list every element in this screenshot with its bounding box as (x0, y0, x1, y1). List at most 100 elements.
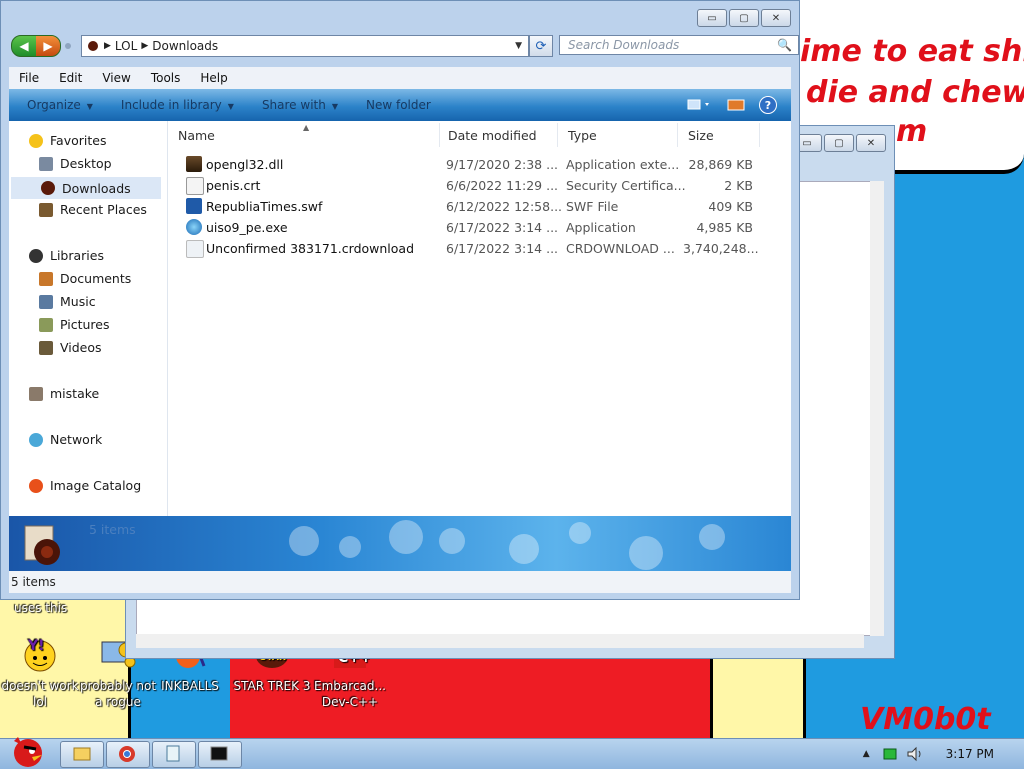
search-icon[interactable]: 🔍 (777, 38, 792, 52)
file-type: SWF File (566, 199, 619, 214)
file-size: 4,985 KB (696, 220, 753, 235)
taskbar-clock[interactable]: 3:17 PM (946, 747, 994, 761)
taskbar-chrome-button[interactable] (106, 741, 150, 768)
status-item-count: 5 items (11, 575, 56, 589)
close-button[interactable]: ✕ (761, 9, 791, 27)
menu-tools[interactable]: Tools (141, 71, 191, 85)
sidebar-item-pictures[interactable]: Pictures (39, 317, 110, 332)
search-placeholder: Search Downloads (568, 38, 680, 52)
file-size: 3,740,248... (683, 241, 759, 256)
background-close-button[interactable]: ✕ (856, 134, 886, 152)
libraries-icon (29, 248, 43, 263)
minimize-button[interactable]: ▭ (697, 9, 727, 27)
sidebar-item-network[interactable]: Network (29, 432, 102, 447)
sidebar-item-label: mistake (50, 386, 100, 401)
desktop-icon-yahoo[interactable]: Y! doesn't work lol (0, 636, 80, 710)
file-date: 6/17/2022 3:14 ... (446, 220, 559, 235)
details-bubble-decoration (569, 522, 591, 544)
refresh-button[interactable]: ⟳ (529, 35, 553, 57)
back-forward-buttons: ◀ ▶ (11, 35, 61, 57)
exe-file-icon (186, 219, 202, 235)
action-center-icon[interactable] (882, 746, 898, 762)
sidebar-item-videos[interactable]: Videos (39, 340, 102, 355)
menu-edit[interactable]: Edit (49, 71, 92, 85)
column-header-label: Type (568, 127, 597, 143)
breadcrumb-lol[interactable]: LOL (115, 39, 137, 53)
taskbar-cmd-button[interactable] (198, 741, 242, 768)
sidebar-item-image-catalog[interactable]: Image Catalog (29, 478, 141, 493)
table-row[interactable]: opengl32.dll 9/17/2020 2:38 ... Applicat… (168, 154, 791, 175)
image-catalog-icon (29, 478, 43, 493)
column-header-date[interactable]: Date modified (438, 123, 558, 147)
menu-view[interactable]: View (92, 71, 140, 85)
table-row[interactable]: RepubliaTimes.swf 6/12/2022 12:58... SWF… (168, 196, 791, 217)
sidebar-item-label: Documents (60, 271, 132, 286)
table-row[interactable]: penis.crt 6/6/2022 11:29 ... Security Ce… (168, 175, 791, 196)
sidebar-item-desktop[interactable]: Desktop (39, 156, 112, 171)
file-size: 2 KB (724, 178, 753, 193)
address-dropdown-icon[interactable]: ▼ (515, 41, 522, 51)
column-header-name[interactable]: Name ▲ (168, 123, 440, 147)
include-library-button[interactable]: Include in library ▼ (121, 98, 234, 112)
background-horizontal-scrollbar[interactable] (136, 634, 864, 648)
column-header-label: Name (178, 127, 215, 143)
videos-icon (39, 340, 53, 355)
change-view-icon[interactable] (687, 98, 713, 112)
details-bubble-decoration (339, 536, 361, 558)
downloads-folder-icon (41, 181, 55, 195)
sidebar-item-mistake[interactable]: mistake (29, 386, 99, 401)
taskbar-notepad-button[interactable] (152, 741, 196, 768)
sidebar-item-recent-places[interactable]: Recent Places (39, 202, 147, 217)
explorer-window[interactable]: ▭ ▢ ✕ ◀ ▶ ▶ LOL ▶ Downloads ▼ ⟳ Search D… (0, 0, 800, 600)
sidebar-item-downloads[interactable]: Downloads (11, 177, 161, 199)
window-controls: ▭ ▢ ✕ (697, 9, 791, 27)
sidebar-item-label: Libraries (50, 248, 104, 263)
back-button[interactable]: ◀ (12, 36, 36, 56)
breadcrumb-arrow-icon: ▶ (141, 41, 149, 51)
details-bubble-decoration (509, 534, 539, 564)
file-size: 409 KB (708, 199, 753, 214)
taskbar-explorer-button[interactable] (60, 741, 104, 768)
column-header-label: Size (688, 127, 714, 143)
column-header-type[interactable]: Type (558, 123, 678, 147)
help-icon[interactable]: ? (759, 96, 777, 114)
file-type: Security Certifica... (566, 178, 686, 193)
background-maximize-button[interactable]: ▢ (824, 134, 854, 152)
share-with-button[interactable]: Share with ▼ (262, 98, 338, 112)
sidebar-item-documents[interactable]: Documents (39, 271, 131, 286)
table-row[interactable]: uiso9_pe.exe 6/17/2022 3:14 ... Applicat… (168, 217, 791, 238)
desktop-icon-label: STAR TREK 3 (233, 679, 311, 693)
menu-help[interactable]: Help (190, 71, 237, 85)
file-list-pane: Name ▲ Date modified Type Size opengl32.… (168, 121, 791, 516)
sidebar-favorites[interactable]: Favorites (29, 133, 106, 148)
start-button-angry-bird-icon[interactable] (4, 731, 48, 769)
recent-pages-dot[interactable] (65, 43, 71, 49)
search-input[interactable]: Search Downloads 🔍 (559, 35, 799, 55)
desktop-icon-label: probably not a rogue (79, 679, 157, 709)
breadcrumb-downloads[interactable]: Downloads (152, 39, 218, 53)
column-header-size[interactable]: Size (678, 123, 760, 147)
forward-button[interactable]: ▶ (36, 36, 60, 56)
file-name: penis.crt (206, 178, 261, 193)
volume-icon[interactable] (906, 746, 924, 762)
sidebar-item-music[interactable]: Music (39, 294, 96, 309)
background-vertical-scrollbar[interactable] (870, 181, 884, 636)
address-bar[interactable]: ▶ LOL ▶ Downloads ▼ (81, 35, 529, 57)
preview-pane-icon[interactable] (727, 98, 745, 112)
file-date: 6/6/2022 11:29 ... (446, 178, 559, 193)
taskbar: ▲ 3:17 PM (0, 737, 1024, 769)
details-bubble-decoration (699, 524, 725, 550)
file-size: 28,869 KB (688, 157, 753, 172)
menu-file[interactable]: File (9, 71, 49, 85)
chevron-down-icon: ▼ (331, 102, 338, 111)
chevron-down-icon: ▼ (227, 102, 234, 111)
new-folder-button[interactable]: New folder (366, 98, 431, 112)
show-hidden-icons-icon[interactable]: ▲ (863, 749, 870, 759)
sidebar-libraries[interactable]: Libraries (29, 248, 104, 263)
sidebar-item-label: Network (50, 432, 103, 447)
organize-button[interactable]: Organize ▼ (27, 98, 93, 112)
table-row[interactable]: Unconfirmed 383171.crdownload 6/17/2022 … (168, 238, 791, 259)
certificate-file-icon (186, 177, 204, 195)
maximize-button[interactable]: ▢ (729, 9, 759, 27)
file-type: Application exte... (566, 157, 680, 172)
